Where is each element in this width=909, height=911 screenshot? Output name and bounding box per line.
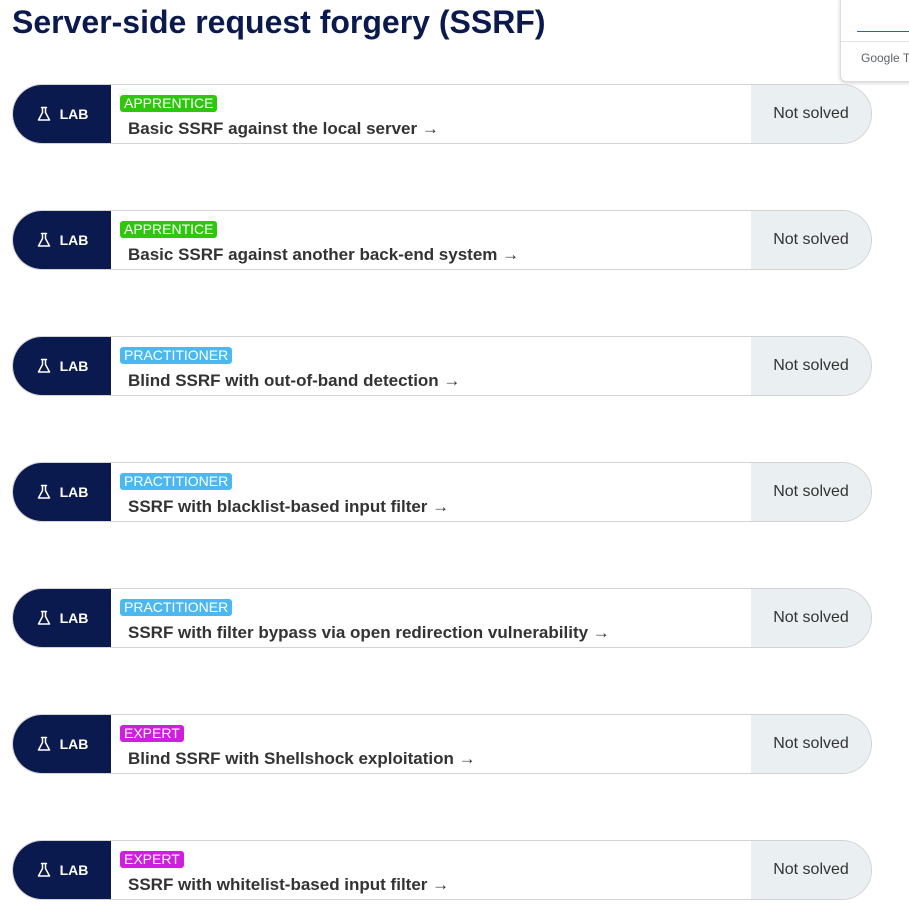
lab-status: Not solved [751,841,871,899]
lab-tag-label: LAB [59,106,89,122]
lab-body: EXPERT Blind SSRF with Shellshock exploi… [111,715,751,773]
lab-body: PRACTITIONER SSRF with blacklist-based i… [111,463,751,521]
level-badge: APPRENTICE [120,95,218,112]
flask-icon [36,610,52,626]
lab-row[interactable]: LAB PRACTITIONER Blind SSRF with out-of-… [12,336,872,396]
lab-title-link[interactable]: SSRF with blacklist-based input filter → [128,497,449,517]
lab-status: Not solved [751,337,871,395]
level-badge: EXPERT [120,851,184,868]
lab-row[interactable]: LAB APPRENTICE Basic SSRF against the lo… [12,84,872,144]
lab-body: PRACTITIONER SSRF with filter bypass via… [111,589,751,647]
lab-tag: LAB [13,841,111,899]
flask-icon [36,862,52,878]
lab-body: PRACTITIONER Blind SSRF with out-of-band… [111,337,751,395]
translate-divider [841,41,909,42]
lab-status: Not solved [751,85,871,143]
lab-title-link[interactable]: SSRF with filter bypass via open redirec… [128,623,610,643]
page-title: Server-side request forgery (SSRF) [12,4,546,40]
lab-title-link[interactable]: SSRF with whitelist-based input filter → [128,875,449,895]
lab-tag: LAB [13,85,111,143]
lab-title-link[interactable]: Basic SSRF against the local server → [128,119,439,139]
lab-tag: LAB [13,337,111,395]
lab-title-link[interactable]: Blind SSRF with Shellshock exploitation … [128,749,476,769]
level-badge: APPRENTICE [120,221,218,238]
lab-title-link[interactable]: Basic SSRF against another back-end syst… [128,245,519,265]
lab-body: APPRENTICE Basic SSRF against another ba… [111,211,751,269]
lab-status: Not solved [751,715,871,773]
lab-title-link[interactable]: Blind SSRF with out-of-band detection → [128,371,460,391]
lab-body: EXPERT SSRF with whitelist-based input f… [111,841,751,899]
google-translate-label: Google T [861,51,909,65]
lab-body: APPRENTICE Basic SSRF against the local … [111,85,751,143]
level-badge: PRACTITIONER [120,347,233,364]
lab-tag: LAB [13,715,111,773]
lab-tag-label: LAB [59,484,89,500]
translate-select-underline [857,31,909,32]
level-badge: EXPERT [120,725,184,742]
lab-row[interactable]: LAB EXPERT SSRF with whitelist-based inp… [12,840,872,900]
lab-tag-label: LAB [59,862,89,878]
google-translate-widget[interactable]: Google T [840,0,909,82]
lab-row[interactable]: LAB PRACTITIONER SSRF with filter bypass… [12,588,872,648]
lab-row[interactable]: LAB APPRENTICE Basic SSRF against anothe… [12,210,872,270]
lab-tag-label: LAB [59,610,89,626]
page: Server-side request forgery (SSRF) Googl… [0,0,909,911]
lab-list: LAB APPRENTICE Basic SSRF against the lo… [12,84,872,900]
level-badge: PRACTITIONER [120,473,233,490]
lab-status: Not solved [751,463,871,521]
flask-icon [36,736,52,752]
lab-tag-label: LAB [59,736,89,752]
lab-tag: LAB [13,211,111,269]
flask-icon [36,484,52,500]
lab-tag-label: LAB [59,232,89,248]
level-badge: PRACTITIONER [120,599,233,616]
flask-icon [36,106,52,122]
lab-status: Not solved [751,589,871,647]
lab-tag: LAB [13,589,111,647]
lab-row[interactable]: LAB EXPERT Blind SSRF with Shellshock ex… [12,714,872,774]
lab-status: Not solved [751,211,871,269]
lab-row[interactable]: LAB PRACTITIONER SSRF with blacklist-bas… [12,462,872,522]
lab-tag: LAB [13,463,111,521]
flask-icon [36,232,52,248]
lab-tag-label: LAB [59,358,89,374]
flask-icon [36,358,52,374]
